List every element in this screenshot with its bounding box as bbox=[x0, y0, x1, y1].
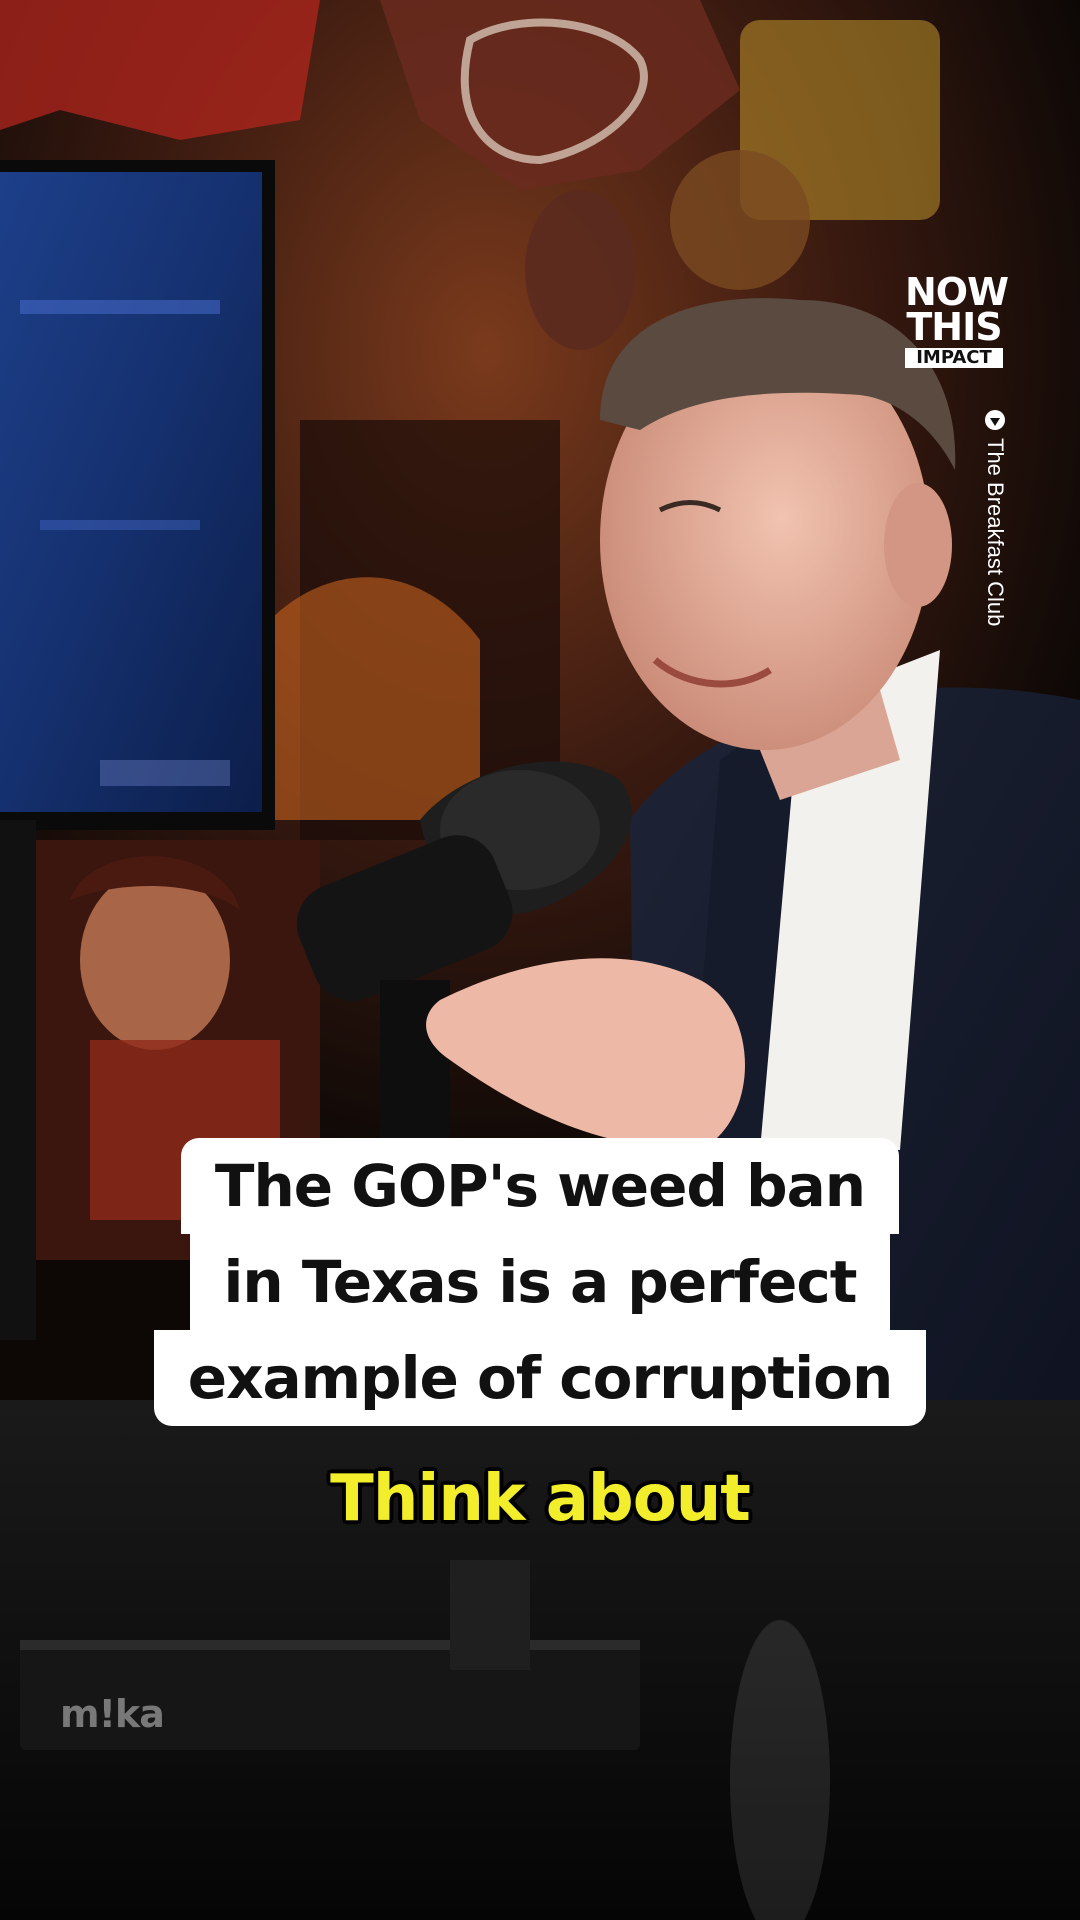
headline-caption: The GOP's weed ban in Texas is a perfect… bbox=[0, 1138, 1080, 1426]
monitor-screen bbox=[0, 172, 262, 812]
desk-brand-label: m!ka bbox=[60, 1692, 165, 1736]
screen-line bbox=[20, 300, 220, 314]
mic-stand-base bbox=[450, 1560, 530, 1670]
logo-line-3: IMPACT bbox=[905, 347, 1003, 369]
ear bbox=[884, 483, 952, 607]
mixer-edge bbox=[20, 1640, 640, 1650]
mural-face bbox=[670, 150, 810, 290]
mural-orange bbox=[270, 577, 480, 820]
caption-line: The GOP's weed ban bbox=[180, 1138, 900, 1234]
mural-person-face bbox=[80, 870, 230, 1050]
live-subtitle: Think about bbox=[330, 1462, 751, 1536]
source-credit-text: The Breakfast Club bbox=[983, 438, 1008, 627]
mural-figure bbox=[525, 190, 635, 350]
play-icon bbox=[985, 410, 1005, 430]
logo-line-2: THIS bbox=[906, 304, 1002, 349]
nowthis-impact-logo: NOW THIS IMPACT bbox=[905, 273, 1009, 369]
screen-line bbox=[100, 760, 230, 786]
source-credit: The Breakfast Club bbox=[978, 410, 1012, 770]
caption-line: in Texas is a perfect bbox=[189, 1234, 891, 1330]
screen-line bbox=[40, 520, 200, 530]
caption-line: example of corruption bbox=[153, 1330, 927, 1426]
